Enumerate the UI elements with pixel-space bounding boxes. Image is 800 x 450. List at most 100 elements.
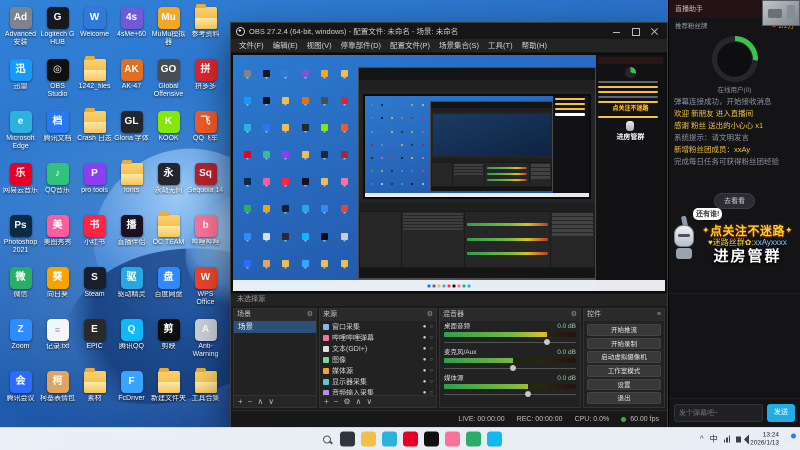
scene-down-icon[interactable]: ∨	[268, 397, 274, 407]
desktop-icon[interactable]: S Steam	[76, 264, 113, 316]
source-up-icon[interactable]: ∧	[356, 397, 362, 407]
ime-language-indicator[interactable]: 中	[710, 434, 718, 445]
visibility-icon[interactable]: ●	[423, 379, 427, 385]
send-button[interactable]: 发送	[767, 404, 795, 422]
taskbar-icon-qq[interactable]	[487, 431, 502, 447]
source-item[interactable]: 显示器采集 ● ○	[320, 376, 436, 387]
desktop-icon[interactable]: 4s 4sMe+60	[113, 4, 150, 56]
network-icon[interactable]	[723, 435, 731, 443]
taskbar-icon-start[interactable]	[298, 432, 313, 447]
desktop-icon[interactable]: 柯柯基表情包	[39, 368, 76, 420]
menu-item[interactable]: 配置文件(P)	[386, 40, 434, 51]
desktop-icon[interactable]: Ad Advanced 安装	[2, 4, 39, 56]
desktop-icon[interactable]: 剪剪映	[150, 316, 187, 368]
visibility-icon[interactable]: ●	[423, 324, 427, 330]
desktop-icon[interactable]: Crash 日志	[76, 108, 113, 160]
desktop-icon[interactable]: 美美图秀秀	[39, 212, 76, 264]
source-properties-icon[interactable]: ⚙	[343, 397, 350, 407]
desktop-icon[interactable]: Mu MuMu模拟器	[150, 4, 187, 56]
source-down-icon[interactable]: ∨	[366, 397, 372, 407]
add-scene-icon[interactable]: +	[238, 397, 243, 407]
lock-icon[interactable]: ○	[429, 335, 433, 341]
control-button[interactable]: 工作室模式	[587, 365, 661, 377]
desktop-icon[interactable]: E EPIC	[76, 316, 113, 368]
desktop-icon[interactable]: 永永劫无间	[150, 160, 187, 212]
desktop-icon[interactable]: F FcDriver	[113, 368, 150, 420]
visibility-icon[interactable]: ●	[423, 335, 427, 341]
desktop-icon[interactable]: e Microsoft Edge	[2, 108, 39, 160]
lock-icon[interactable]: ○	[429, 346, 433, 352]
obs-preview-canvas[interactable]: 点关注不迷路 进房管群	[231, 53, 667, 293]
desktop-icon[interactable]: W WPS Office	[187, 264, 224, 316]
gear-icon[interactable]: ⚙	[571, 309, 577, 321]
volume-slider[interactable]	[444, 390, 576, 398]
desktop-icon[interactable]: 驱驱动精灵	[113, 264, 150, 316]
desktop-icon[interactable]: 工具合集	[187, 368, 224, 420]
desktop-icon[interactable]: 档腾讯文档	[39, 108, 76, 160]
visibility-icon[interactable]: ●	[423, 390, 427, 396]
desktop-icon[interactable]: Z Zoom	[2, 316, 39, 368]
lock-icon[interactable]: ○	[429, 390, 433, 396]
taskbar-icon-search[interactable]	[319, 432, 334, 447]
menu-item[interactable]: 场景集合(S)	[435, 40, 483, 51]
volume-slider[interactable]	[444, 364, 576, 372]
desktop-icon[interactable]: AK AK-47	[113, 56, 150, 108]
desktop-icon[interactable]: Ps Photoshop 2021	[2, 212, 39, 264]
visibility-icon[interactable]: ●	[423, 346, 427, 352]
source-item[interactable]: 哔哩哔哩弹幕 ● ○	[320, 332, 436, 343]
desktop-icon[interactable]: Ppro tools	[76, 160, 113, 212]
taskbar-icon-explorer[interactable]	[361, 431, 376, 447]
desktop-icon[interactable]: 盘百度网盘	[150, 264, 187, 316]
volume-icon[interactable]	[736, 434, 750, 444]
gear-icon[interactable]: ⚙	[307, 309, 313, 321]
visibility-icon[interactable]: ●	[423, 357, 427, 363]
add-source-icon[interactable]: +	[324, 397, 329, 407]
visibility-icon[interactable]: ●	[423, 368, 427, 374]
desktop-icon[interactable]: 播直播伴侣	[113, 212, 150, 264]
clock[interactable]: 13:24 2026/1/13	[750, 432, 779, 447]
menu-item[interactable]: 视图(V)	[303, 40, 336, 51]
desktop-icon[interactable]: 拼拼多多	[187, 56, 224, 108]
taskbar-icon-edge[interactable]	[382, 431, 397, 447]
close-icon[interactable]	[647, 25, 662, 37]
see-more-button[interactable]: 去看看	[714, 193, 755, 209]
source-item[interactable]: 文本(GDI+) ● ○	[320, 343, 436, 354]
control-button[interactable]: 开始录制	[587, 337, 661, 350]
menu-item[interactable]: 工具(T)	[484, 40, 517, 51]
taskbar-icon-task-view[interactable]	[340, 431, 355, 447]
taskbar-icon-bilibili-live[interactable]	[445, 431, 460, 447]
remove-source-icon[interactable]: −	[334, 397, 339, 407]
remove-scene-icon[interactable]: −	[248, 397, 253, 407]
desktop-icon[interactable]: W Welcome	[76, 4, 113, 56]
scene-item[interactable]: 场景	[234, 321, 316, 333]
desktop-icon[interactable]: G Logitech G HUB	[39, 4, 76, 56]
taskbar-icon-wechat[interactable]	[466, 431, 481, 447]
desktop-icon[interactable]: b 哔哩哔哩	[187, 212, 224, 264]
desktop-icon[interactable]: 葵向日葵	[39, 264, 76, 316]
desktop-icon[interactable]: K KOOK	[150, 108, 187, 160]
desktop-icon[interactable]: GO Global Offensive	[150, 56, 187, 108]
menu-item[interactable]: 帮助(H)	[518, 40, 551, 51]
menu-item[interactable]: 停靠部件(D)	[337, 40, 385, 51]
source-item[interactable]: 音频输入采集 ● ○	[320, 387, 436, 395]
menu-item[interactable]: 文件(F)	[235, 40, 268, 51]
tray-chevron-icon[interactable]: ^	[700, 435, 704, 444]
desktop-icon[interactable]: Sq Sequoia 14	[187, 160, 224, 212]
desktop-icon[interactable]: ◎ OBS Studio	[39, 56, 76, 108]
volume-slider[interactable]	[444, 338, 576, 346]
control-button[interactable]: 开始推流	[587, 324, 661, 336]
desktop-icon[interactable]: ♪ QQ音乐	[39, 160, 76, 212]
control-button[interactable]: 退出	[587, 392, 661, 405]
scene-up-icon[interactable]: ∧	[257, 397, 263, 407]
control-button[interactable]: 设置	[587, 378, 661, 391]
notification-icon[interactable]	[785, 433, 796, 444]
desktop-icon[interactable]: 素材	[76, 368, 113, 420]
taskbar-icon-obs[interactable]	[424, 431, 439, 447]
source-item[interactable]: 图像 ● ○	[320, 354, 436, 365]
desktop-icon[interactable]: 1242_files	[76, 56, 113, 108]
source-item[interactable]: 媒体源 ● ○	[320, 365, 436, 376]
obs-title-bar[interactable]: OBS 27.2.4 (64-bit, windows) - 配置文件: 未命名…	[231, 23, 667, 39]
desktop-icon[interactable]: 微微信	[2, 264, 39, 316]
menu-item[interactable]: 编辑(E)	[269, 40, 302, 51]
menu-icon[interactable]: ≡	[657, 309, 661, 321]
